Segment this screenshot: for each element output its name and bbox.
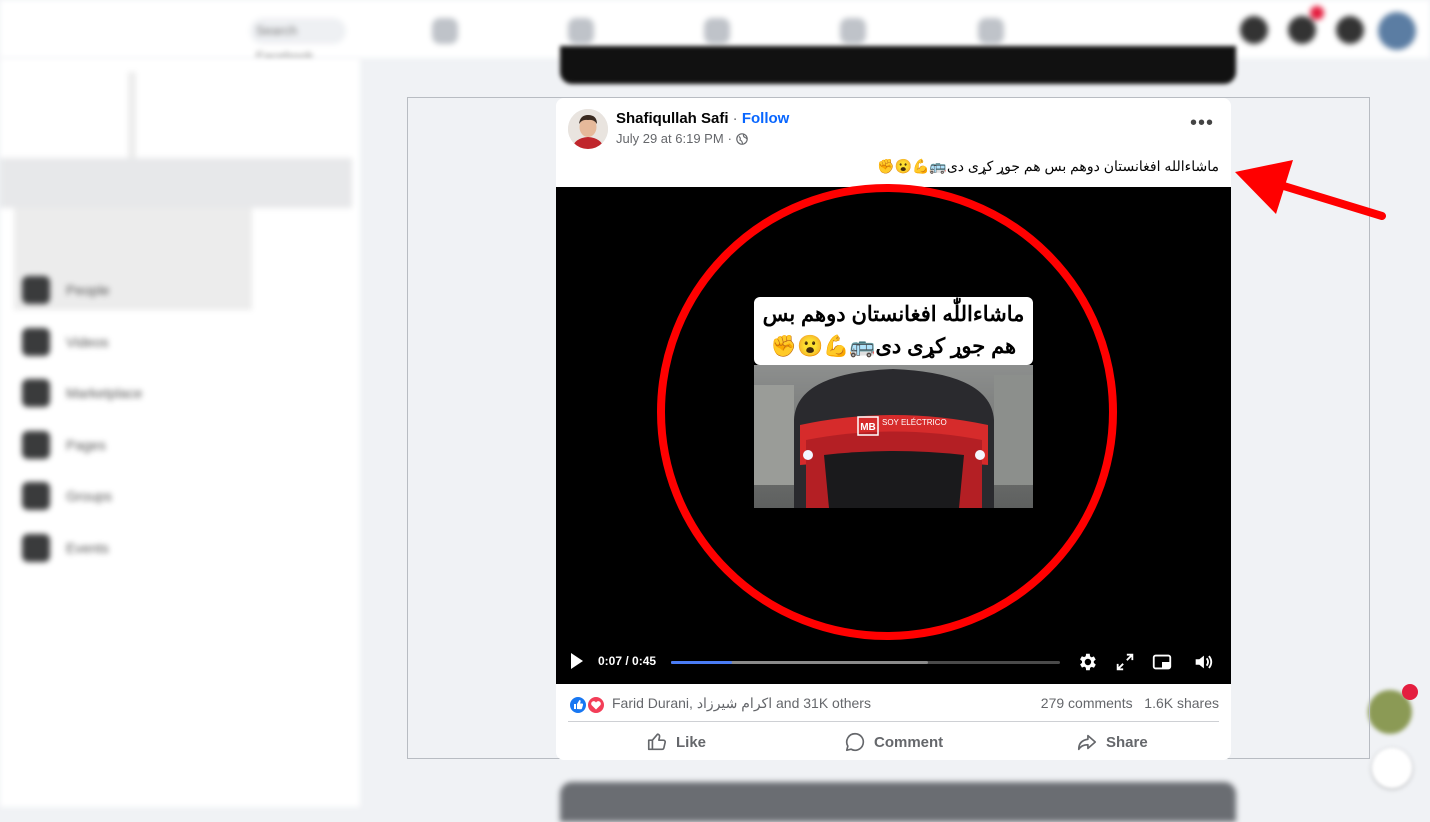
video-caption-line-1: ماشاءاللّٰه افغانستان دوهم بس: [762, 303, 1025, 326]
video-frame-bus: MB SOY ELÉCTRICO: [754, 365, 1033, 508]
bus-sign-text: SOY ELÉCTRICO: [882, 418, 947, 427]
reactions-summary[interactable]: Farid Durani, اکرام شیرزاد and 31K other…: [612, 695, 871, 712]
fullscreen-icon[interactable]: [1114, 651, 1136, 673]
sidebar-item-label: Groups: [66, 488, 112, 504]
share-label: Share: [1106, 733, 1148, 751]
like-button[interactable]: Like: [646, 726, 706, 758]
account-avatar[interactable]: [1378, 12, 1416, 50]
post-actions: Like Comment Share: [556, 726, 1231, 758]
sidebar-item-label: Events: [66, 540, 109, 556]
marketplace-icon[interactable]: [704, 18, 730, 44]
video-icon[interactable]: [568, 18, 594, 44]
comment-label: Comment: [874, 733, 944, 751]
previous-post-video-bottom: [560, 46, 1236, 84]
events-icon: [22, 534, 50, 562]
comments-count[interactable]: 279 comments: [1041, 695, 1133, 711]
more-options-icon[interactable]: •••: [1190, 113, 1214, 136]
picture-in-picture-icon[interactable]: [1151, 651, 1173, 673]
marketplace-icon: [22, 379, 50, 407]
gaming-icon[interactable]: [978, 18, 1004, 44]
menu-grid-icon[interactable]: [1240, 16, 1268, 44]
notifications-icon[interactable]: [1336, 16, 1364, 44]
like-icon: [647, 733, 667, 751]
author-name[interactable]: Shafiqullah Safi: [616, 110, 729, 127]
sidebar-item-videos[interactable]: Videos: [22, 328, 322, 358]
play-icon[interactable]: [570, 652, 584, 670]
messenger-icon[interactable]: [1288, 16, 1316, 44]
sidebar-item-events[interactable]: Events: [22, 534, 322, 564]
meta-separator: ·: [727, 131, 733, 146]
home-icon[interactable]: [432, 18, 458, 44]
follow-button[interactable]: Follow: [742, 110, 790, 127]
post-caption: ماشاءالله افغانستان دوهم بس هم جوړ کړی د…: [877, 158, 1219, 174]
sidebar-item-label: Pages: [66, 437, 106, 453]
actions-divider: [568, 721, 1219, 722]
video-caption-line-2: هم جوړ کړی دی🚌💪😮✊: [770, 335, 1017, 358]
groups-icon: [22, 482, 50, 510]
search-input[interactable]: Search Facebook: [250, 18, 346, 64]
video-progress-bar[interactable]: [671, 661, 1060, 664]
chat-badge: [1402, 684, 1418, 700]
comment-button[interactable]: Comment: [844, 726, 943, 758]
video-player[interactable]: ماشاءاللّٰه افغانستان دوهم بس هم جوړ کړی…: [556, 187, 1231, 684]
post-timestamp[interactable]: July 29 at 6:19 PM: [616, 131, 724, 146]
settings-gear-icon[interactable]: [1076, 651, 1098, 673]
sidebar-item-pages[interactable]: Pages: [22, 431, 322, 461]
post-stats: Farid Durani, اکرام شیرزاد and 31K other…: [556, 694, 1231, 716]
sidebar-item-label: People: [66, 282, 110, 298]
author-separator: ·: [728, 110, 742, 127]
author-avatar[interactable]: [568, 109, 608, 149]
new-message-button[interactable]: [1372, 748, 1412, 788]
author-line: Shafiqullah Safi · Follow: [616, 110, 789, 127]
video-time: 0:07 / 0:45: [598, 654, 657, 668]
video-progress-fill: [671, 661, 732, 664]
shares-count[interactable]: 1.6K shares: [1144, 695, 1219, 711]
like-label: Like: [676, 733, 707, 751]
sidebar-item-label: Marketplace: [66, 385, 143, 401]
notification-badge: [1310, 6, 1324, 20]
people-icon: [22, 276, 50, 304]
left-sidebar: People Videos Marketplace Pages Groups E…: [0, 58, 360, 807]
sidebar-selected-row[interactable]: [0, 158, 352, 208]
sidebar-item-label: Videos: [66, 334, 109, 350]
post-card: Shafiqullah Safi · Follow July 29 at 6:1…: [556, 98, 1231, 760]
video-caption-overlay: ماشاءاللّٰه افغانستان دوهم بس هم جوړ کړی…: [754, 297, 1033, 365]
comments-shares-count: 279 comments 1.6K shares: [1041, 695, 1219, 711]
sidebar-item-groups[interactable]: Groups: [22, 482, 322, 512]
pages-icon: [22, 431, 50, 459]
sidebar-item-people[interactable]: People: [22, 276, 322, 306]
comment-icon: [845, 732, 865, 752]
video-controls: 0:07 / 0:45: [556, 642, 1231, 682]
groups-icon[interactable]: [840, 18, 866, 44]
volume-icon[interactable]: [1192, 651, 1214, 673]
sidebar-item-marketplace[interactable]: Marketplace: [22, 379, 322, 409]
share-icon: [1077, 734, 1097, 751]
post-meta: July 29 at 6:19 PM ·: [616, 131, 748, 146]
reaction-icons[interactable]: [569, 696, 609, 714]
next-post-header: [560, 782, 1236, 822]
globe-icon: [736, 132, 748, 145]
videos-icon: [22, 328, 50, 356]
bus-logo-text: MB: [860, 422, 876, 433]
share-button[interactable]: Share: [1076, 726, 1148, 758]
